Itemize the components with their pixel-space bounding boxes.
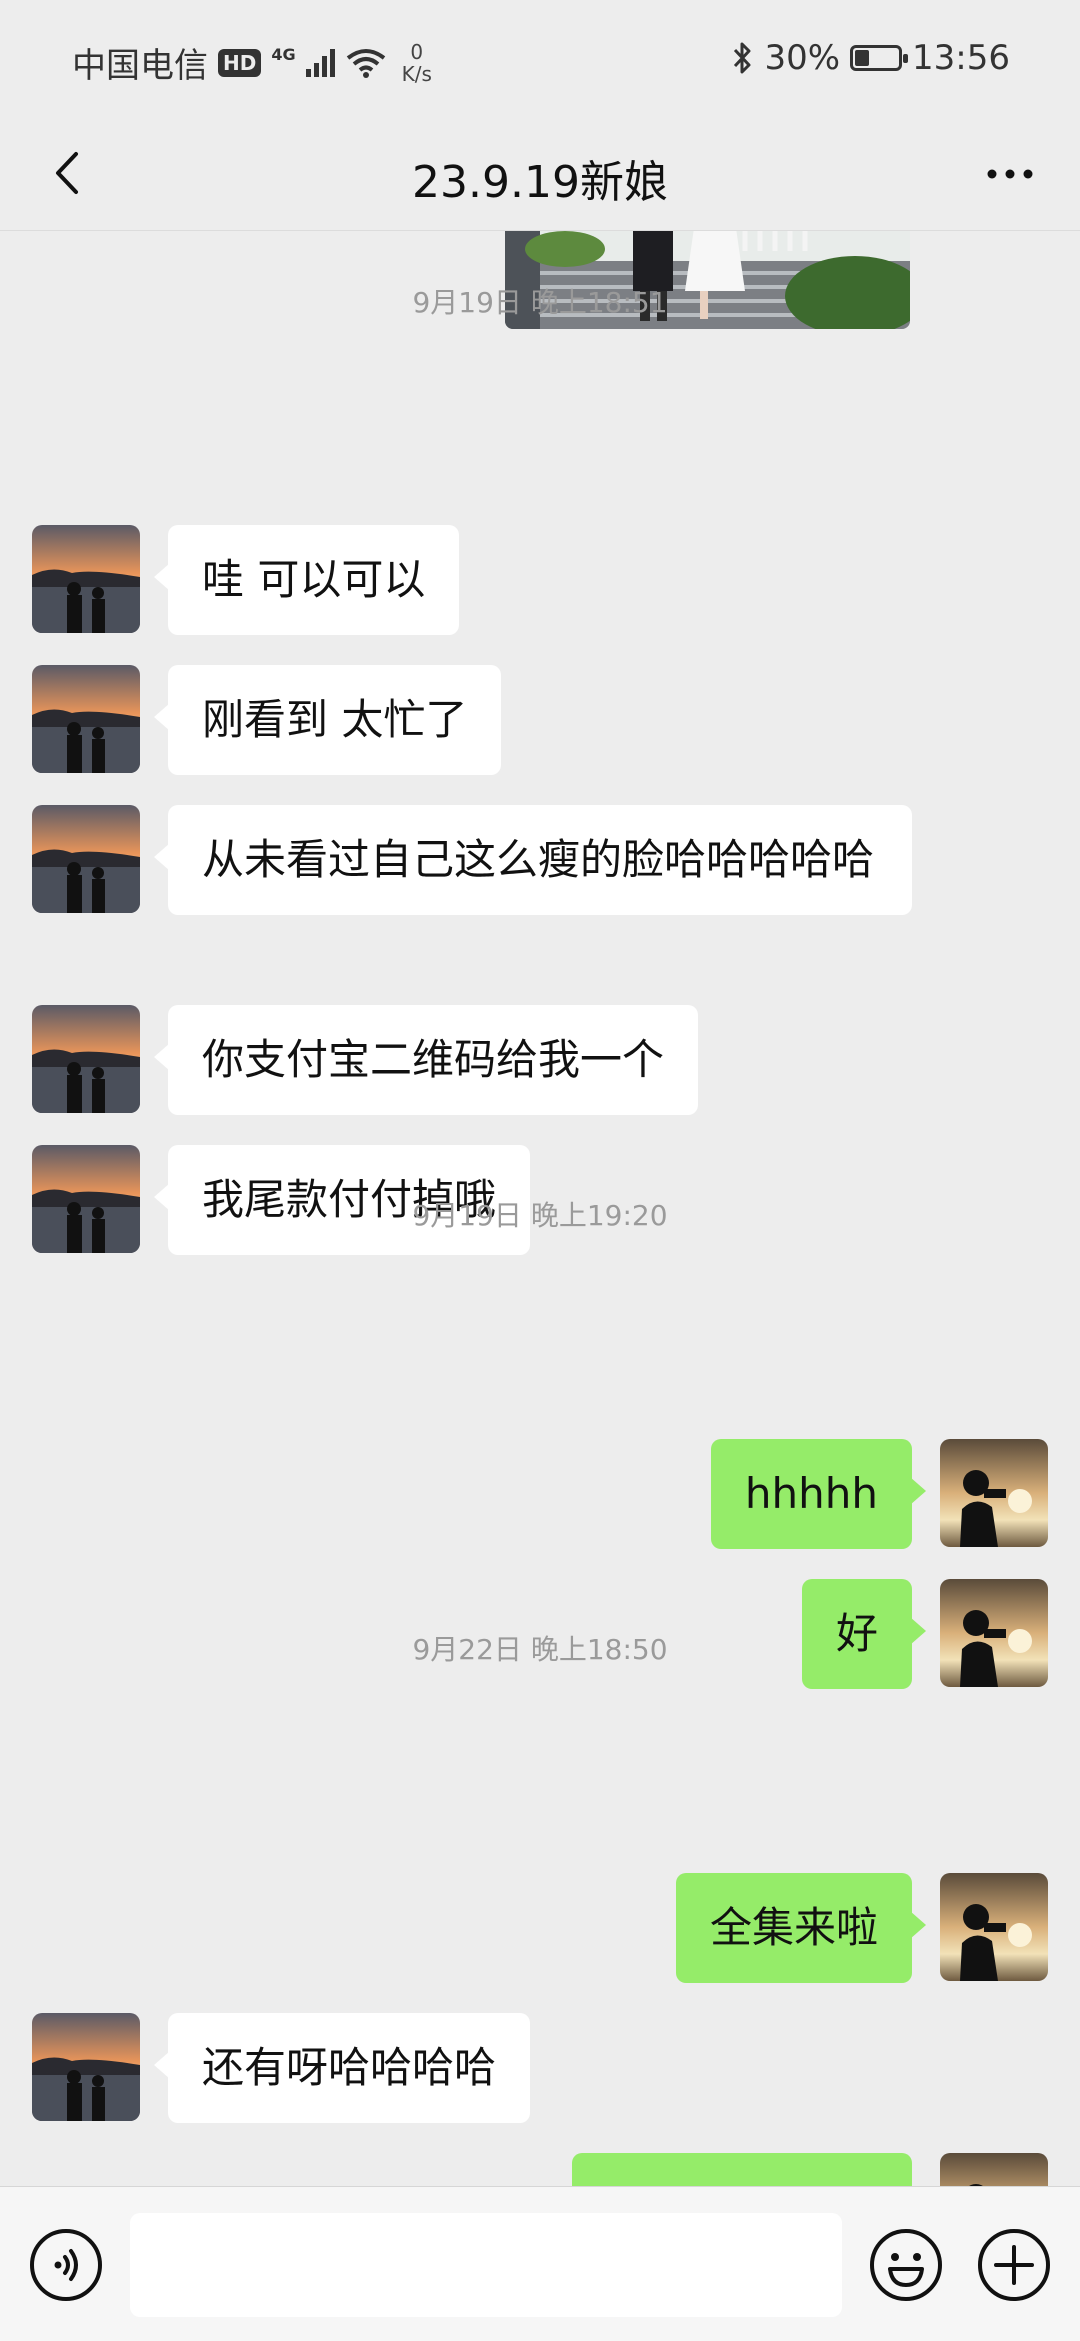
- bluetooth-icon: [734, 42, 751, 74]
- message-bubble-sent[interactable]: hhhhh: [710, 1439, 927, 1549]
- timestamp: 9月19日 晚上19:20: [412, 1199, 668, 1232]
- sunset-couple-avatar: [32, 1005, 140, 1113]
- network-type: 4G: [271, 45, 296, 64]
- more-icon: [987, 169, 1033, 179]
- emoji-icon: [870, 2229, 942, 2301]
- status-bar: 中国电信 HD 4G 0 K/s 30% 13:56: [0, 0, 1080, 120]
- silhouette-avatar: [940, 1873, 1048, 1981]
- status-right: 30% 13:56: [732, 38, 1010, 78]
- battery-level: [855, 50, 869, 66]
- battery-percent: 30%: [764, 38, 841, 78]
- contact-avatar[interactable]: [32, 1005, 140, 1113]
- message-bubble-received[interactable]: 还有呀哈哈哈哈: [153, 2013, 531, 2123]
- hd-badge: HD: [218, 48, 262, 77]
- network-speed: 0 K/s: [402, 41, 432, 85]
- wifi-icon: [346, 48, 385, 78]
- input-bar: [0, 2186, 1080, 2341]
- message-bubble-received[interactable]: 刚看到 太忙了: [153, 665, 502, 775]
- speed-value: 0: [410, 39, 424, 64]
- message-bubble-received[interactable]: 从未看过自己这么瘦的脸哈哈哈哈哈: [154, 805, 912, 915]
- message-bubble-sent[interactable]: 全集来啦: [675, 1873, 927, 1983]
- voice-icon: [30, 2229, 102, 2301]
- contact-avatar[interactable]: [32, 665, 140, 773]
- silhouette-avatar: [940, 1439, 1048, 1547]
- message-bubble-received[interactable]: 哇 可以可以: [153, 525, 460, 635]
- timestamp: 9月19日 晚上18:51: [412, 286, 668, 319]
- status-left: 中国电信 HD 4G 0 K/s: [72, 38, 432, 87]
- chat-title: 23.9.19新娘: [412, 157, 668, 208]
- message-input[interactable]: [130, 2213, 842, 2317]
- contact-avatar[interactable]: [32, 525, 140, 633]
- chat-header: 23.9.19新娘: [0, 120, 1080, 231]
- message-bubble-sent[interactable]: [572, 2153, 912, 2186]
- battery-icon: [850, 45, 909, 71]
- chat-area[interactable]: 9月19日 晚上18:51 哇 可以可以 刚看到 太忙了 从未看过自己这么瘦的脸…: [0, 231, 1080, 2186]
- plus-icon: [978, 2229, 1050, 2301]
- signal-icon: [305, 48, 335, 77]
- sunset-couple-avatar: [32, 525, 140, 633]
- sunset-couple-avatar: [32, 2013, 140, 2121]
- my-avatar[interactable]: [940, 2153, 1048, 2186]
- voice-button[interactable]: [28, 2227, 104, 2303]
- my-avatar[interactable]: [940, 1873, 1048, 1981]
- plus-button[interactable]: [976, 2227, 1052, 2303]
- timestamp: 9月22日 晚上18:50: [412, 1633, 668, 1666]
- sunset-couple-avatar: [32, 805, 140, 913]
- contact-avatar[interactable]: [32, 805, 140, 913]
- contact-avatar[interactable]: [32, 2013, 140, 2121]
- speed-unit: K/s: [401, 61, 432, 86]
- more-button[interactable]: [970, 138, 1050, 208]
- sunset-couple-avatar: [32, 665, 140, 773]
- carrier-label: 中国电信: [72, 46, 208, 86]
- message-bubble-received[interactable]: 你支付宝二维码给我一个: [153, 1005, 699, 1115]
- silhouette-avatar: [940, 2153, 1048, 2186]
- my-avatar[interactable]: [940, 1439, 1048, 1547]
- emoji-button[interactable]: [868, 2227, 944, 2303]
- clock: 13:56: [912, 38, 1010, 78]
